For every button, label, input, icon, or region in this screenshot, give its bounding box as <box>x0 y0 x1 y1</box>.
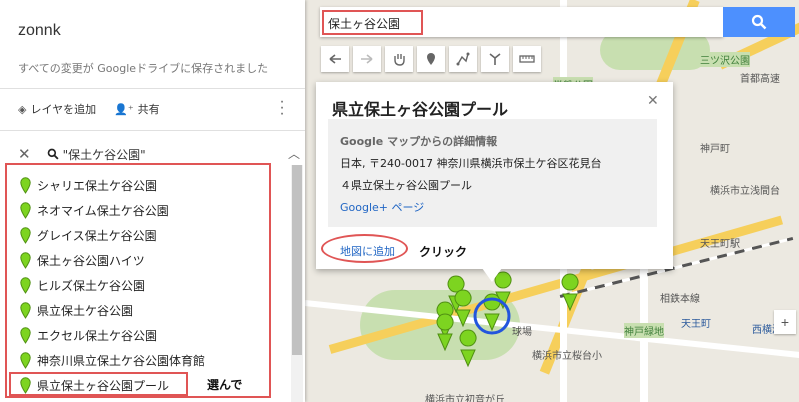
undo-icon <box>329 54 341 64</box>
search-query-row: "保土ケ谷公園" <box>47 146 146 163</box>
details-header: Google マップからの詳細情報 <box>340 135 498 148</box>
gplus-page-link[interactable]: Google+ ページ <box>340 199 424 215</box>
divider <box>0 88 305 89</box>
undo-button[interactable] <box>321 46 349 72</box>
share-label: 共有 <box>137 103 160 116</box>
directions-button[interactable] <box>481 46 509 72</box>
layers-icon: ◈ <box>18 103 27 116</box>
place-info-popup: 県立保土ヶ谷公園プール ✕ Google マップからの詳細情報 日本, 〒240… <box>316 82 673 269</box>
annotation-choose-label: 選んで <box>207 378 243 392</box>
divider <box>0 130 305 131</box>
annotation-highlight-ellipse <box>321 234 408 263</box>
close-search-icon[interactable]: ✕ <box>18 145 31 163</box>
search-results-header: ✕ "保土ケ谷公園" <box>18 145 146 163</box>
map-title[interactable]: zonnk <box>18 22 61 40</box>
search-icon <box>751 14 767 30</box>
redo-button[interactable] <box>353 46 381 72</box>
panel-actions: ◈ レイヤを追加 👤⁺ 共有 <box>18 101 160 117</box>
popup-pointer <box>482 268 502 282</box>
marker-icon <box>427 53 435 65</box>
collapse-chevron-icon[interactable]: ︿ <box>288 145 300 162</box>
my-maps-side-panel: zonnk すべての変更が Googleドライブに保存されました ◈ レイヤを追加… <box>0 0 305 402</box>
add-layer-button[interactable]: ◈ レイヤを追加 <box>18 101 96 117</box>
search-button[interactable] <box>723 7 795 37</box>
hand-icon <box>394 54 405 66</box>
directions-icon <box>489 53 501 65</box>
map-search-box[interactable]: 保土ヶ谷公園 <box>320 7 723 37</box>
ruler-icon <box>519 55 535 63</box>
add-marker-button[interactable] <box>417 46 445 72</box>
scrollbar-thumb[interactable] <box>292 165 302 355</box>
map-marker-icon[interactable] <box>459 329 477 368</box>
place-details-box: Google マップからの詳細情報 日本, 〒240-0017 神奈川県横浜市保… <box>328 119 657 227</box>
add-person-icon: 👤⁺ <box>114 103 134 116</box>
results-scrollbar[interactable] <box>291 165 303 402</box>
annotation-highlight-box <box>9 372 188 396</box>
popup-title: 県立保土ヶ谷公園プール <box>332 100 509 119</box>
annotation-highlight-box <box>5 163 271 398</box>
address-line: 日本, 〒240-0017 神奈川県横浜市保土ケ谷区花見台 <box>340 157 602 170</box>
draw-line-icon <box>456 52 470 66</box>
address-line: ４県立保土ヶ谷公園プール <box>340 179 472 192</box>
share-button[interactable]: 👤⁺ 共有 <box>114 101 160 117</box>
map-marker-icon[interactable] <box>561 273 579 312</box>
zoom-in-button[interactable]: + <box>774 310 796 334</box>
close-icon[interactable]: ✕ <box>647 92 659 109</box>
pan-button[interactable] <box>385 46 413 72</box>
add-layer-label: レイヤを追加 <box>30 103 97 116</box>
redo-icon <box>361 54 373 64</box>
more-options-icon[interactable]: · · · <box>278 94 286 122</box>
search-icon <box>47 148 59 160</box>
draw-line-button[interactable] <box>449 46 477 72</box>
search-query-text: "保土ケ谷公園" <box>62 147 146 162</box>
measure-button[interactable] <box>513 46 541 72</box>
save-status: すべての変更が Googleドライブに保存されました <box>18 62 269 75</box>
map-toolbar <box>321 46 541 72</box>
annotation-highlight-box <box>322 10 423 35</box>
annotation-click-label: クリック <box>419 245 468 259</box>
